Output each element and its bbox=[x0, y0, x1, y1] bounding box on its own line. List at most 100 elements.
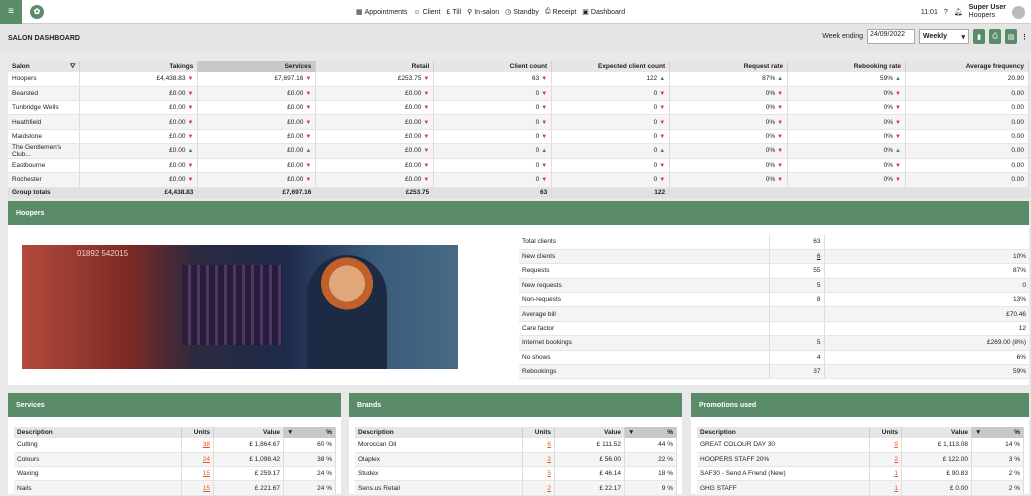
cell-value: 0% ▼ bbox=[787, 158, 906, 174]
nav-item-receipt[interactable]: ⎙ Receipt bbox=[545, 8, 576, 16]
units-link[interactable]: 2 bbox=[869, 452, 902, 468]
salon-panel-header: Hoopers bbox=[8, 201, 1029, 225]
table-row[interactable]: Sens.us Retail 2 £ 22.17 9 % bbox=[355, 480, 677, 496]
table-row[interactable]: Eastbourne £0.00 ▼ £0.00 ▼ £0.00 ▼ 0 ▼ 0 ▼ 0% ▼ 0% ▼ 0.… bbox=[8, 158, 1029, 174]
delete-icon[interactable]: ▮ bbox=[973, 29, 985, 44]
table-row[interactable]: HOOPERS STAFF 20% 2 £ 122.00 3 % bbox=[697, 452, 1024, 468]
print-icon[interactable]: ⎙ bbox=[989, 29, 1001, 44]
trend-up-icon: ▲ bbox=[777, 76, 784, 83]
export-icon[interactable]: ▤ bbox=[1005, 29, 1017, 44]
table-row[interactable]: Moroccan Oil 6 £ 111.52 44 % bbox=[355, 438, 677, 453]
column-header[interactable]: Request rate bbox=[669, 61, 789, 72]
table-row[interactable]: Olaplex 2 £ 56.00 22 % bbox=[355, 452, 677, 468]
table-row[interactable]: Cutting 38 £ 1,864.67 60 % bbox=[14, 438, 336, 453]
avatar[interactable] bbox=[1012, 5, 1025, 19]
column-header[interactable]: ▼ % bbox=[283, 427, 336, 438]
table-row[interactable]: Maidstone £0.00 ▼ £0.00 ▼ £0.00 ▼ 0 ▼ 0 ▼ 0% ▼ 0% ▼ 0.0… bbox=[8, 129, 1029, 144]
column-header[interactable]: Description bbox=[355, 427, 523, 438]
cell-text: 0 bbox=[653, 104, 658, 112]
stat-row: New requests 5 0 bbox=[519, 278, 1029, 294]
units-link[interactable]: 1 bbox=[869, 466, 902, 482]
column-header[interactable]: Value bbox=[213, 427, 284, 438]
table-row[interactable]: GHG STAFF 1 £ 0.00 2 % bbox=[697, 480, 1024, 496]
value: £ 46.14 bbox=[554, 466, 625, 482]
trend-down-icon: ▼ bbox=[777, 105, 784, 112]
nav-item-in-salon[interactable]: ⚲ In-salon bbox=[467, 8, 499, 17]
stat-label: Non-requests bbox=[519, 292, 769, 308]
cell-text: 0% bbox=[883, 104, 894, 112]
column-header[interactable]: Average frequency bbox=[905, 61, 1029, 72]
units-link[interactable]: 2 bbox=[522, 452, 555, 468]
table-row[interactable]: SAF30 - Send A Friend (New) 1 £ 90.83 2 % bbox=[697, 466, 1024, 482]
stat-count: 5 bbox=[768, 278, 825, 294]
column-header[interactable]: Units bbox=[869, 427, 902, 438]
column-header[interactable]: Expected client count bbox=[551, 61, 671, 72]
trend-down-icon: ▼ bbox=[777, 133, 784, 140]
percent: 3 % bbox=[971, 452, 1024, 468]
table-row[interactable]: Bearsted £0.00 ▼ £0.00 ▼ £0.00 ▼ 0 ▼ 0 ▼ 0% ▼ 0% ▼ 0.00 bbox=[8, 86, 1029, 102]
cell-value: 0% ▼ bbox=[669, 158, 789, 174]
table-row[interactable]: Heathfield £0.00 ▼ £0.00 ▼ £0.00 ▼ 0 ▼ 0 ▼ 0% ▼ 0% ▼ 0.… bbox=[8, 114, 1029, 130]
cell-value: £0.00 ▼ bbox=[315, 114, 435, 130]
help-icon[interactable]: ? bbox=[944, 9, 948, 16]
pin-icon: ⚲ bbox=[467, 9, 473, 16]
units-link[interactable]: 2 bbox=[522, 480, 555, 496]
menu-icon[interactable]: ≡ bbox=[0, 0, 22, 24]
trend-down-icon: ▼ bbox=[423, 76, 430, 83]
stat-row: Total clients 63 bbox=[519, 235, 1029, 250]
column-header[interactable]: Units bbox=[522, 427, 555, 438]
stat-count[interactable]: 6 bbox=[768, 249, 825, 265]
cell-value: 0 ▼ bbox=[433, 86, 553, 102]
filter-icon[interactable]: ⛛ bbox=[70, 63, 75, 71]
column-header[interactable]: Value bbox=[554, 427, 625, 438]
column-header[interactable]: Units bbox=[181, 427, 214, 438]
units-link[interactable]: 15 bbox=[181, 466, 214, 482]
table-row[interactable]: Nails 15 £ 221.67 24 % bbox=[14, 480, 336, 496]
salon-stats-table: Total clients 63 New clients 6 10% Requests 55… bbox=[519, 235, 1029, 380]
trend-down-icon: ▼ bbox=[187, 76, 194, 83]
table-row[interactable]: Rochester £0.00 ▼ £0.00 ▼ £0.00 ▼ 0 ▼ 0 ▼ 0% ▼ 0% ▼ 0.0… bbox=[8, 172, 1029, 188]
table-row[interactable]: Colours 24 £ 1,098.42 38 % bbox=[14, 452, 336, 468]
nav-item-standby[interactable]: ◷ Standby bbox=[505, 8, 539, 17]
nav-item-appointments[interactable]: ▦ Appointments bbox=[356, 8, 407, 17]
table-row[interactable]: GREAT COLOUR DAY 30 9 £ 1,113.08 14 % bbox=[697, 438, 1024, 453]
column-header[interactable]: Rebooking rate bbox=[787, 61, 906, 72]
table-row[interactable]: Tunbridge Wells £0.00 ▼ £0.00 ▼ £0.00 ▼ 0 ▼ 0 ▼ 0% ▼… bbox=[8, 100, 1029, 116]
bell-icon[interactable]: 🔔︎ bbox=[954, 8, 963, 16]
trend-down-icon: ▼ bbox=[895, 133, 901, 140]
column-header[interactable]: Description bbox=[697, 427, 870, 438]
more-options-icon[interactable]: ⋮ bbox=[1021, 33, 1028, 41]
units-link[interactable]: 24 bbox=[181, 452, 214, 468]
table-row[interactable]: Hoopers £4,438.83 ▼ £7,697.16 ▼ £253.75 ▼ 63 ▼ 12… bbox=[8, 72, 1029, 87]
units-link[interactable]: 6 bbox=[522, 438, 555, 453]
units-link[interactable]: 15 bbox=[181, 480, 214, 496]
nav-item-till[interactable]: £ Till bbox=[447, 9, 462, 16]
column-header[interactable]: Value bbox=[901, 427, 972, 438]
table-row[interactable]: Studex 5 £ 46.14 18 % bbox=[355, 466, 677, 482]
stat-count bbox=[768, 306, 825, 322]
user-menu[interactable]: Super User Hoopers bbox=[969, 4, 1006, 20]
column-header[interactable]: Retail bbox=[315, 61, 435, 72]
column-header[interactable]: Description bbox=[14, 427, 182, 438]
total-value: Group totals bbox=[8, 187, 81, 199]
nav-item-client[interactable]: ☺ Client bbox=[413, 9, 440, 16]
period-select[interactable]: Weekly ▾ bbox=[919, 29, 969, 44]
units-link[interactable]: 9 bbox=[869, 438, 902, 453]
nav-item-dashboard[interactable]: ▣ Dashboard bbox=[582, 8, 625, 17]
trend-down-icon: ▼ bbox=[541, 163, 548, 170]
table-row[interactable]: The Gentlemen's Club... £0.00 ▲ £0.00 ▲ £0.00… bbox=[8, 143, 1029, 159]
app-logo[interactable]: ✿ bbox=[30, 4, 44, 19]
week-ending-input[interactable]: 24/09/2022 bbox=[867, 29, 915, 44]
units-link[interactable]: 5 bbox=[522, 466, 555, 482]
trend-down-icon: ▼ bbox=[305, 105, 312, 112]
column-header[interactable]: Services bbox=[197, 61, 317, 72]
units-link[interactable]: 1 bbox=[869, 480, 902, 496]
units-link[interactable]: 38 bbox=[181, 438, 214, 453]
column-header[interactable]: Client count bbox=[433, 61, 553, 72]
column-header[interactable]: ▼ % bbox=[624, 427, 677, 438]
column-header[interactable]: Salon ⛛ bbox=[8, 61, 81, 72]
column-header[interactable]: Takings bbox=[79, 61, 199, 72]
column-header[interactable]: ▼ % bbox=[971, 427, 1024, 438]
table-row[interactable]: Waxing 15 £ 259.17 24 % bbox=[14, 466, 336, 482]
cell-value: £0.00 ▼ bbox=[79, 129, 199, 144]
